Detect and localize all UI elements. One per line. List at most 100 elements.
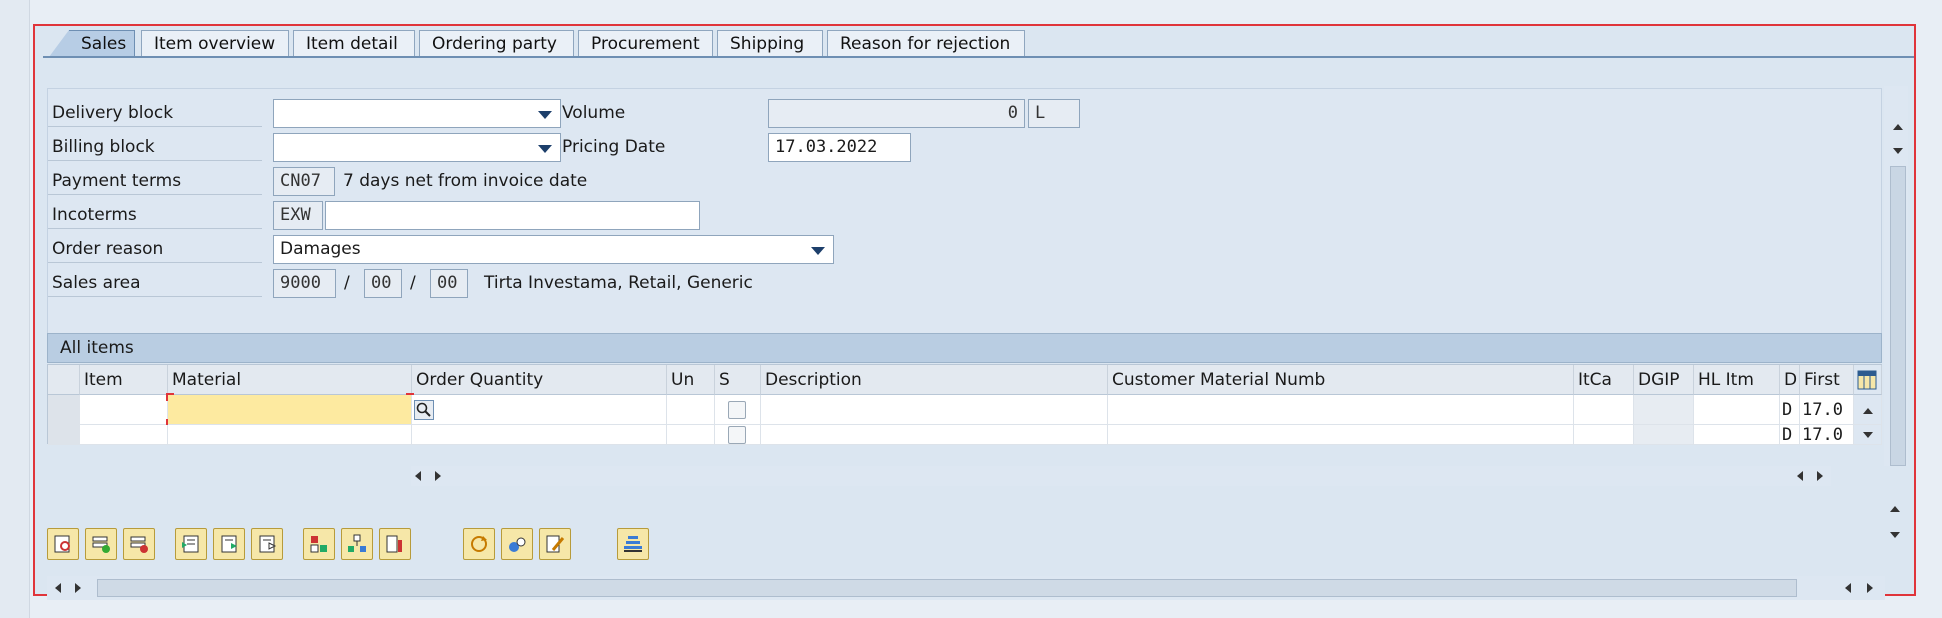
- col-order-quantity[interactable]: Order Quantity: [412, 365, 667, 395]
- search-help-icon[interactable]: [414, 400, 434, 420]
- scroll-thumb[interactable]: [97, 579, 1797, 597]
- unit-cell[interactable]: [667, 395, 715, 425]
- dgip-cell: [1634, 395, 1694, 425]
- scroll-down-icon[interactable]: [1863, 432, 1873, 438]
- order-quantity-cell[interactable]: [412, 395, 667, 425]
- description-cell[interactable]: [761, 425, 1108, 445]
- scroll-right-icon[interactable]: [75, 583, 81, 593]
- refresh-icon[interactable]: [463, 528, 495, 560]
- pricing-date-field[interactable]: 17.03.2022: [768, 133, 911, 162]
- scroll-right-icon[interactable]: [1867, 583, 1873, 593]
- customer-material-cell[interactable]: [1108, 395, 1574, 425]
- sales-area-label: Sales area: [48, 269, 262, 297]
- select-all-header[interactable]: [48, 365, 80, 395]
- select-all-icon[interactable]: [175, 528, 207, 560]
- chevron-down-icon[interactable]: [538, 111, 552, 119]
- description-cell[interactable]: [761, 395, 1108, 425]
- scroll-left-icon[interactable]: [415, 471, 421, 481]
- col-customer-material[interactable]: Customer Material Numb: [1108, 365, 1574, 395]
- customer-material-cell[interactable]: [1108, 425, 1574, 445]
- table-scroll-down[interactable]: [1854, 425, 1882, 445]
- s-cell[interactable]: [715, 425, 761, 445]
- d-cell: D: [1780, 425, 1800, 445]
- details-icon[interactable]: [47, 528, 79, 560]
- hl-itm-cell[interactable]: [1694, 425, 1780, 445]
- select-block-icon[interactable]: [213, 528, 245, 560]
- incoterms-code[interactable]: EXW: [273, 201, 323, 230]
- table-horizontal-scrollbar[interactable]: [411, 466, 1831, 486]
- itca-cell[interactable]: [1574, 395, 1634, 425]
- sales-org-field: 9000: [273, 269, 336, 298]
- tab-corner: [49, 30, 69, 57]
- table-scroll-up[interactable]: [1854, 395, 1882, 425]
- scroll-thumb[interactable]: [1890, 166, 1906, 466]
- incoterms-location-field[interactable]: [325, 201, 700, 230]
- scroll-down-icon[interactable]: [1893, 148, 1903, 154]
- panel-horizontal-scrollbar[interactable]: [47, 576, 1885, 600]
- delete-row-icon[interactable]: [123, 528, 155, 560]
- billing-block-dropdown[interactable]: [273, 133, 561, 162]
- hl-itm-cell[interactable]: [1694, 395, 1780, 425]
- sales-area-separator: /: [344, 273, 350, 293]
- configure-icon[interactable]: [303, 528, 335, 560]
- scroll-down-icon[interactable]: [1890, 532, 1900, 538]
- material-cell[interactable]: [168, 425, 412, 445]
- row-selector[interactable]: [48, 425, 80, 445]
- col-itca[interactable]: ItCa: [1574, 365, 1634, 395]
- s-cell[interactable]: [715, 395, 761, 425]
- left-gutter: [0, 0, 30, 618]
- scroll-left-icon[interactable]: [55, 583, 61, 593]
- scroll-up-icon[interactable]: [1893, 124, 1903, 130]
- deselect-icon[interactable]: [251, 528, 283, 560]
- item-cell[interactable]: [80, 395, 168, 425]
- scroll-up-icon[interactable]: [1890, 506, 1900, 512]
- scroll-left-icon[interactable]: [1797, 471, 1803, 481]
- scroll-right-icon[interactable]: [1817, 471, 1823, 481]
- sales-area-separator-2: /: [410, 273, 416, 293]
- tab-shipping[interactable]: Shipping: [717, 30, 823, 57]
- chevron-down-icon[interactable]: [538, 145, 552, 153]
- billing-block-label: Billing block: [48, 133, 262, 161]
- col-s[interactable]: S: [715, 365, 761, 395]
- tab-reason-for-rejection[interactable]: Reason for rejection: [827, 30, 1025, 57]
- tab-sales[interactable]: Sales: [69, 30, 135, 57]
- unit-cell[interactable]: [667, 425, 715, 445]
- order-reason-dropdown[interactable]: Damages: [273, 235, 834, 264]
- report-icon[interactable]: [379, 528, 411, 560]
- sort-icon[interactable]: [617, 528, 649, 560]
- itca-cell[interactable]: [1574, 425, 1634, 445]
- scroll-right-icon[interactable]: [435, 471, 441, 481]
- delivery-block-dropdown[interactable]: [273, 99, 561, 128]
- col-description[interactable]: Description: [761, 365, 1108, 395]
- col-item[interactable]: Item: [80, 365, 168, 395]
- col-dgip[interactable]: DGIP: [1634, 365, 1694, 395]
- material-input[interactable]: [168, 395, 412, 425]
- col-d[interactable]: D: [1780, 365, 1800, 395]
- scroll-left-icon[interactable]: [1845, 583, 1851, 593]
- status-checkbox[interactable]: [728, 401, 746, 419]
- tab-item-detail[interactable]: Item detail: [293, 30, 415, 57]
- chevron-down-icon[interactable]: [811, 247, 825, 255]
- scroll-up-icon[interactable]: [1863, 408, 1873, 414]
- col-material[interactable]: Material: [168, 365, 412, 395]
- tab-ordering-party[interactable]: Ordering party: [419, 30, 574, 57]
- column-settings-icon[interactable]: [1854, 365, 1882, 395]
- payment-terms-code[interactable]: CN07: [273, 167, 335, 196]
- tab-item-overview[interactable]: Item overview: [141, 30, 289, 57]
- col-unit[interactable]: Un: [667, 365, 715, 395]
- batch-icon[interactable]: [501, 528, 533, 560]
- col-hl-itm[interactable]: HL Itm: [1694, 365, 1780, 395]
- vertical-scrollbar[interactable]: [1884, 86, 1908, 466]
- item-cell[interactable]: [80, 425, 168, 445]
- insert-row-icon[interactable]: [85, 528, 117, 560]
- edit-icon[interactable]: [539, 528, 571, 560]
- col-first[interactable]: First: [1800, 365, 1854, 395]
- status-checkbox[interactable]: [728, 426, 746, 444]
- structure-icon[interactable]: [341, 528, 373, 560]
- tab-procurement[interactable]: Procurement: [578, 30, 713, 57]
- first-date-cell[interactable]: 17.0: [1800, 425, 1854, 445]
- incoterms-label: Incoterms: [48, 201, 262, 229]
- row-selector[interactable]: [48, 395, 80, 425]
- order-quantity-cell[interactable]: [412, 425, 667, 445]
- first-date-cell[interactable]: 17.0: [1800, 395, 1854, 425]
